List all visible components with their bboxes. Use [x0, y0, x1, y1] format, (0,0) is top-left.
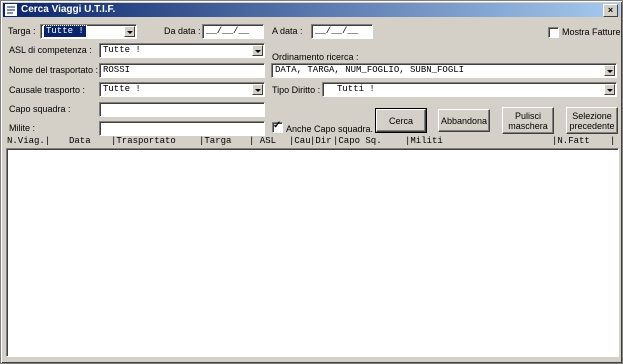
- abbandona-button[interactable]: Abbandona: [438, 109, 490, 132]
- col-n-viag: N.Viag.|: [7, 136, 51, 146]
- col-militi: |Militi: [405, 136, 443, 146]
- col-cau: |Cau: [289, 136, 311, 146]
- capo-squadra-label: Capo squadra :: [9, 104, 71, 114]
- close-button[interactable]: ×: [603, 4, 618, 17]
- col-targa: |Targa: [199, 136, 232, 146]
- selezione-precedente-button[interactable]: Selezione precedente: [566, 107, 618, 134]
- asl-dropdown-icon[interactable]: [252, 45, 263, 56]
- col-end: |: [610, 136, 616, 146]
- col-data: Data: [69, 136, 91, 146]
- asl-value: Tutte !: [103, 45, 141, 55]
- da-data-label: Da data :: [164, 26, 201, 36]
- col-dir: |Dir: [310, 136, 332, 146]
- window-title: Cerca Viaggi U.T.I.F.: [21, 4, 116, 15]
- causale-value: Tutte !: [103, 84, 141, 94]
- ordinamento-label: Ordinamento ricerca :: [272, 52, 359, 62]
- trasportato-label: Nome del trasportato :: [9, 65, 99, 75]
- pulisci-label-line2: maschera: [508, 120, 548, 131]
- milite-input[interactable]: [99, 121, 265, 136]
- cerca-label: Cerca: [388, 115, 413, 126]
- asl-label: ASL di competenza :: [9, 45, 92, 55]
- tipo-diritto-combo[interactable]: Tutti !: [322, 82, 617, 97]
- targa-dropdown-icon[interactable]: [124, 26, 135, 37]
- capo-squadra-input[interactable]: [99, 102, 265, 117]
- causale-label: Causale trasporto :: [9, 85, 86, 95]
- anche-capo-squadra-label: Anche Capo squadra.: [286, 124, 374, 134]
- results-list[interactable]: [6, 148, 619, 357]
- cerca-button[interactable]: Cerca: [375, 108, 427, 133]
- targa-value: Tutte !: [43, 25, 87, 38]
- trasportato-input[interactable]: ROSSI: [99, 63, 265, 78]
- app-icon: [5, 4, 17, 16]
- mostra-fatture-label: Mostra Fatture: [562, 27, 621, 37]
- ordinamento-combo[interactable]: DATA, TARGA, NUM_FOGLIO, SUBN_FOGLI: [271, 63, 617, 78]
- causale-dropdown-icon[interactable]: [252, 84, 263, 95]
- col-trasportato: |Trasportato: [111, 136, 176, 146]
- col-capo-sq: |Capo Sq.: [333, 136, 382, 146]
- tipo-diritto-label: Tipo Diritto :: [272, 85, 321, 95]
- abbandona-label: Abbandona: [440, 115, 488, 126]
- selezione-label-line1: Selezione: [572, 110, 612, 121]
- targa-label: Targa :: [8, 26, 36, 36]
- a-data-label: A data :: [272, 26, 303, 36]
- ordinamento-dropdown-icon[interactable]: [604, 65, 615, 76]
- results-header: N.Viag.| Data |Trasportato |Targa | ASL …: [7, 135, 617, 147]
- tipo-diritto-value: Tutti !: [337, 84, 375, 94]
- col-n-fatt: |N.Fatt: [552, 136, 590, 146]
- pulisci-maschera-button[interactable]: Pulisci maschera: [502, 107, 554, 134]
- search-window: Cerca Viaggi U.T.I.F. × Targa : Tutte ! …: [0, 0, 623, 364]
- a-data-input[interactable]: __/__/__: [311, 24, 373, 39]
- selezione-label-line2: precedente: [569, 120, 615, 131]
- da-data-input[interactable]: __/__/__: [202, 24, 264, 39]
- causale-combo[interactable]: Tutte !: [99, 82, 265, 97]
- ordinamento-value: DATA, TARGA, NUM_FOGLIO, SUBN_FOGLI: [275, 65, 465, 75]
- tipo-diritto-dropdown-icon[interactable]: [604, 84, 615, 95]
- mostra-fatture-checkbox[interactable]: [548, 27, 559, 38]
- milite-label: Milite :: [9, 123, 36, 133]
- asl-combo[interactable]: Tutte !: [99, 43, 265, 58]
- pulisci-label-line1: Pulisci: [514, 110, 541, 121]
- targa-combo[interactable]: Tutte !: [40, 24, 137, 39]
- anche-capo-squadra-checkbox[interactable]: [272, 120, 283, 133]
- col-asl: | ASL: [249, 136, 277, 146]
- title-bar[interactable]: Cerca Viaggi U.T.I.F. ×: [3, 3, 620, 17]
